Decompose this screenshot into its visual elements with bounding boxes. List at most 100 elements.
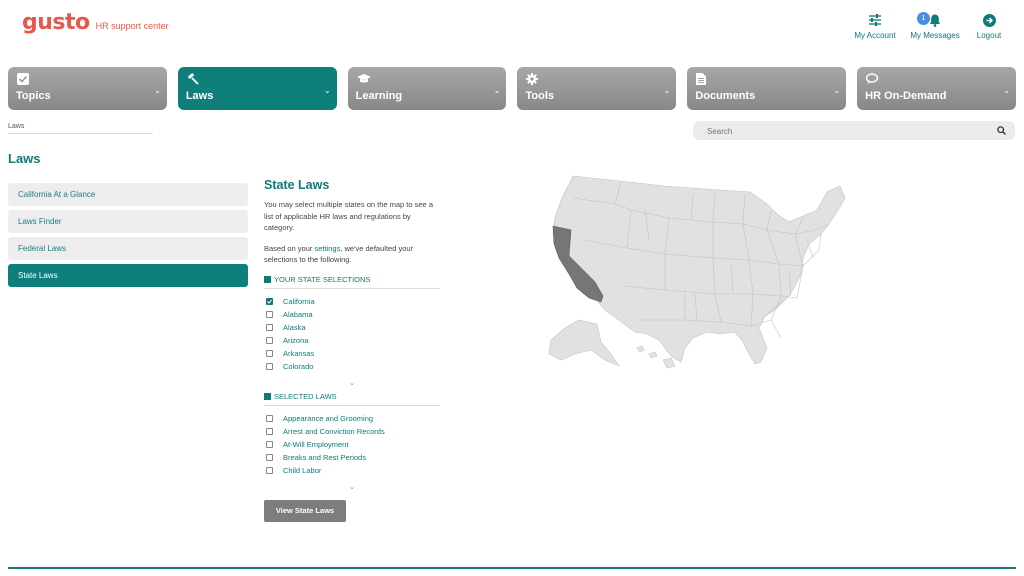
map-state-alaska[interactable] xyxy=(548,319,620,367)
show-more-laws-chevron-icon[interactable]: ⌄ xyxy=(264,483,440,491)
state-option-colorado[interactable]: Colorado xyxy=(264,360,440,373)
checkbox[interactable] xyxy=(266,323,273,331)
nav-label: Laws xyxy=(185,90,214,102)
us-states-map[interactable] xyxy=(545,170,860,370)
show-more-states-chevron-icon[interactable]: ⌄ xyxy=(264,379,440,387)
collapse-toggle-icon xyxy=(264,392,271,400)
selected-laws-header[interactable]: SELECTED LAWS xyxy=(264,392,440,406)
checkbox[interactable] xyxy=(266,453,273,461)
bell-icon: 1 xyxy=(917,12,941,28)
checkbox-checked-icon[interactable] xyxy=(266,297,273,305)
document-icon xyxy=(696,73,707,85)
my-account-label: My Account xyxy=(854,31,896,40)
logout-label: Logout xyxy=(976,31,1002,40)
checkbox[interactable] xyxy=(266,427,273,435)
gear-icon xyxy=(526,73,539,85)
breadcrumb-item[interactable]: Laws xyxy=(8,123,24,130)
laws-side-menu: California At a Glance Laws Finder Feder… xyxy=(8,183,248,291)
main-nav: Topics ⌄ Laws ⌄ Learning ⌄ Tools ⌄ Docum… xyxy=(8,67,1016,110)
my-messages-link[interactable]: 1 My Messages xyxy=(908,12,962,40)
chevron-down-icon: ⌄ xyxy=(833,86,841,95)
law-label: Breaks and Rest Periods xyxy=(283,452,366,462)
state-checkbox-list: California Alabama Alaska Arizona Arkans… xyxy=(264,295,440,373)
chevron-down-icon: ⌄ xyxy=(323,86,331,95)
gusto-logo[interactable]: gusto HR support center xyxy=(22,10,169,35)
view-state-laws-button[interactable]: View State Laws xyxy=(264,499,346,522)
nav-tile-tools[interactable]: Tools ⌄ xyxy=(517,67,677,110)
state-option-arkansas[interactable]: Arkansas xyxy=(264,347,440,360)
law-label: Appearance and Grooming xyxy=(283,413,374,423)
checkbox[interactable] xyxy=(266,466,273,474)
state-option-california[interactable]: California xyxy=(264,295,440,308)
my-messages-label: My Messages xyxy=(910,31,960,40)
nav-tile-learning[interactable]: Learning ⌄ xyxy=(347,67,507,110)
search-input[interactable] xyxy=(693,122,983,141)
search-icon[interactable] xyxy=(997,126,1006,135)
law-option[interactable]: Arrest and Conviction Records xyxy=(264,425,440,438)
logo-wordmark: gusto xyxy=(22,10,90,35)
breadcrumb[interactable]: Laws xyxy=(8,123,153,134)
law-option[interactable]: Appearance and Grooming xyxy=(264,412,440,425)
collapse-toggle-icon xyxy=(264,275,271,283)
check-square-icon xyxy=(17,73,29,85)
logout-link[interactable]: Logout xyxy=(972,12,1006,40)
nav-label: Tools xyxy=(525,90,554,102)
defaults-text: Based on your settings, we've defaulted … xyxy=(264,243,440,266)
nav-tile-topics[interactable]: Topics ⌄ xyxy=(8,67,167,110)
law-checkbox-list: Appearance and Grooming Arrest and Convi… xyxy=(264,412,440,477)
state-selections-label: YOUR STATE SELECTIONS xyxy=(274,274,371,284)
message-count-badge: 1 xyxy=(917,12,930,25)
law-label: Child Labor xyxy=(283,465,322,475)
chat-bubbles-icon xyxy=(866,73,879,84)
nav-label: Documents xyxy=(695,90,756,102)
sliders-icon xyxy=(869,12,881,28)
checkbox[interactable] xyxy=(266,336,273,344)
checkbox[interactable] xyxy=(266,414,273,422)
state-laws-panel: State Laws You may select multiple state… xyxy=(264,178,440,522)
checkbox[interactable] xyxy=(266,349,273,357)
search-box xyxy=(693,121,1015,141)
chevron-down-icon: ⌄ xyxy=(663,86,671,95)
chevron-down-icon: ⌄ xyxy=(154,86,161,95)
my-account-link[interactable]: My Account xyxy=(852,12,898,40)
nav-tile-laws[interactable]: Laws ⌄ xyxy=(177,67,337,110)
nav-tile-documents[interactable]: Documents ⌄ xyxy=(687,67,847,110)
law-option[interactable]: Breaks and Rest Periods xyxy=(264,451,440,464)
settings-link[interactable]: settings xyxy=(314,244,340,253)
checkbox[interactable] xyxy=(266,440,273,448)
header-actions: My Account 1 My Messages Logout xyxy=(852,12,1006,40)
page-title: Laws xyxy=(8,151,41,166)
chevron-down-icon: ⌄ xyxy=(493,86,501,95)
state-option-alabama[interactable]: Alabama xyxy=(264,308,440,321)
state-label: Alaska xyxy=(283,322,306,332)
state-label: Arkansas xyxy=(283,348,315,358)
checkbox[interactable] xyxy=(266,310,273,318)
checkbox[interactable] xyxy=(266,362,273,370)
gavel-icon xyxy=(187,73,199,85)
logo-tagline: HR support center xyxy=(95,21,169,31)
nav-tile-hr-on-demand[interactable]: HR On-Demand ⌄ xyxy=(857,67,1016,110)
side-item-laws-finder[interactable]: Laws Finder xyxy=(8,210,248,233)
section-title: State Laws xyxy=(264,178,330,192)
nav-label: HR On-Demand xyxy=(865,90,947,102)
law-option[interactable]: At-Will Employment xyxy=(264,438,440,451)
state-option-alaska[interactable]: Alaska xyxy=(264,321,440,334)
side-item-federal-laws[interactable]: Federal Laws xyxy=(8,237,248,260)
logout-arrow-icon xyxy=(982,12,996,28)
footer-divider xyxy=(8,567,1016,569)
law-label: Arrest and Conviction Records xyxy=(283,426,385,436)
state-option-arizona[interactable]: Arizona xyxy=(264,334,440,347)
state-label: California xyxy=(283,296,315,306)
defaults-prefix: Based on your xyxy=(264,243,315,253)
state-selections-header[interactable]: YOUR STATE SELECTIONS xyxy=(264,275,440,289)
side-item-california-at-a-glance[interactable]: California At a Glance xyxy=(8,183,248,206)
graduation-cap-icon xyxy=(356,74,371,83)
intro-text: You may select multiple states on the ma… xyxy=(264,200,433,232)
nav-label: Learning xyxy=(355,90,403,102)
state-label: Arizona xyxy=(283,335,309,345)
law-option[interactable]: Child Labor xyxy=(264,464,440,477)
state-label: Alabama xyxy=(283,309,313,319)
side-item-state-laws[interactable]: State Laws xyxy=(8,264,248,287)
law-label: At-Will Employment xyxy=(283,439,349,449)
chevron-down-icon: ⌄ xyxy=(1003,86,1010,95)
